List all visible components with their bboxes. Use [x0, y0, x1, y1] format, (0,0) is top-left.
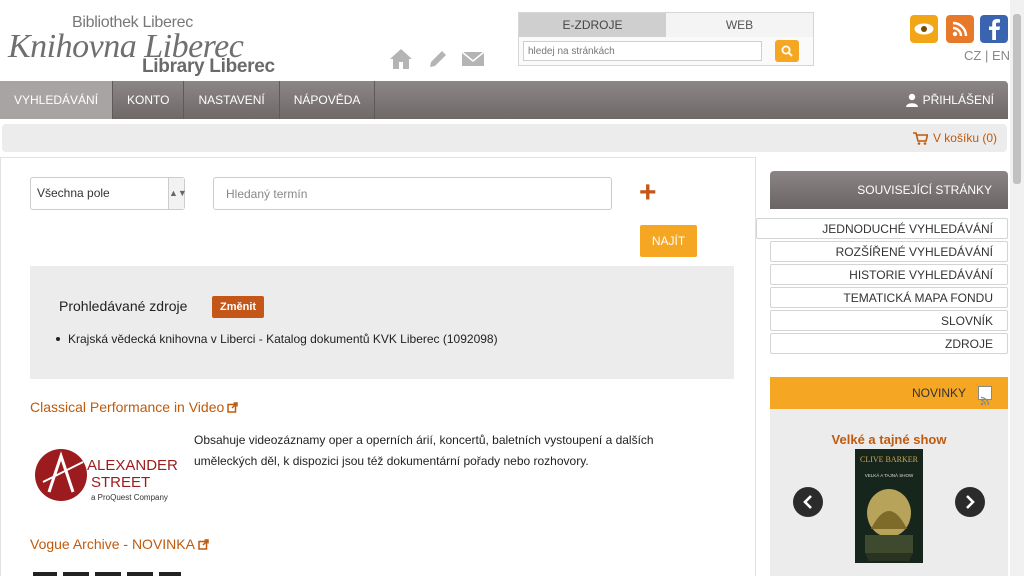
- database-description: Obsahuje videozáznamy oper a operních ár…: [194, 433, 654, 468]
- language-switch: CZ | EN: [964, 48, 1010, 63]
- database-link-classical[interactable]: Classical Performance in Video: [30, 399, 239, 415]
- database-title: Classical Performance in Video: [30, 399, 225, 415]
- logo-line-3: a ProQuest Company: [91, 493, 168, 502]
- rss-icon[interactable]: [978, 386, 992, 406]
- logo-line-2: STREET: [91, 474, 150, 491]
- news-carousel: Velké a tajné show CLIVE BARKER VELKÁ A …: [770, 409, 1008, 576]
- search-icon: [781, 45, 793, 57]
- logo-subtitle-en: Library Liberec: [142, 56, 275, 77]
- field-select[interactable]: Všechna pole ▲▼: [30, 177, 187, 210]
- book-cover[interactable]: CLIVE BARKER VELKÁ A TAJNÁ SHOW: [855, 449, 923, 563]
- database-link-vogue[interactable]: Vogue Archive - NOVINKA: [30, 536, 209, 552]
- related-item-dictionary[interactable]: SLOVNÍK: [770, 310, 1008, 331]
- sources-title: Prohledávané zdroje: [59, 298, 188, 314]
- nav-vyhledavani[interactable]: VYHLEDÁVÁNÍ: [0, 81, 114, 119]
- vogue-logo: [33, 572, 181, 576]
- main-content: Všechna pole ▲▼ + NAJÍT Prohledávané zdr…: [0, 157, 756, 576]
- change-sources-button[interactable]: Změnit: [212, 296, 265, 318]
- chevron-right-icon: [966, 495, 975, 509]
- search-tabs: E-ZDROJE WEB: [519, 13, 813, 37]
- external-link-icon: [198, 538, 209, 550]
- field-select-value: Všechna pole: [37, 186, 110, 200]
- add-field-icon[interactable]: +: [639, 178, 657, 208]
- related-item-simple-search[interactable]: JEDNODUCHÉ VYHLEDÁVÁNÍ: [756, 218, 1008, 239]
- cover-author: CLIVE BARKER: [860, 455, 919, 464]
- database-title: Vogue Archive - NOVINKA: [30, 536, 195, 552]
- cart-bar: V košíku (0): [2, 124, 1007, 152]
- cart-link[interactable]: V košíku (0): [912, 124, 997, 152]
- eye-icon[interactable]: [910, 15, 938, 43]
- cart-icon: [912, 131, 928, 145]
- site-search-button[interactable]: [775, 40, 799, 62]
- login-button[interactable]: PŘIHLÁŠENÍ: [905, 81, 994, 119]
- search-submit-button[interactable]: NAJÍT: [640, 225, 697, 257]
- pencil-icon[interactable]: [425, 46, 451, 72]
- tab-web[interactable]: WEB: [666, 13, 813, 37]
- nav-nastaveni[interactable]: NASTAVENÍ: [184, 81, 280, 119]
- list-item: Krajská vědecká knihovna v Liberci - Kat…: [56, 332, 498, 346]
- nav-konto[interactable]: KONTO: [113, 81, 185, 119]
- alexander-street-logo: ALEXANDER STREET a ProQuest Company: [35, 449, 178, 502]
- chevron-left-icon: [803, 495, 812, 509]
- search-term-input[interactable]: [213, 177, 612, 210]
- bullet-icon: [56, 337, 60, 341]
- related-item-sources[interactable]: ZDROJE: [770, 333, 1008, 354]
- news-book-title[interactable]: Velké a tajné show: [770, 432, 1008, 447]
- lang-en[interactable]: EN: [992, 48, 1010, 63]
- related-item-subject-map[interactable]: TEMATICKÁ MAPA FONDU: [770, 287, 1008, 308]
- tab-e-zdroje[interactable]: E-ZDROJE: [519, 13, 666, 37]
- book-cover-image: CLIVE BARKER VELKÁ A TAJNÁ SHOW: [855, 449, 923, 563]
- login-label: PŘIHLÁŠENÍ: [922, 93, 994, 107]
- cart-label: V košíku (0): [932, 131, 997, 145]
- lang-separator: |: [981, 48, 992, 63]
- site-search: E-ZDROJE WEB: [518, 12, 814, 66]
- news-header: NOVINKY: [770, 377, 1008, 409]
- page-scrollbar[interactable]: [1010, 0, 1024, 576]
- news-title: NOVINKY: [911, 386, 966, 400]
- searched-sources-panel: Prohledávané zdroje Změnit Krajská vědec…: [30, 266, 734, 379]
- logo-line-1: ALEXANDER: [87, 457, 178, 474]
- main-nav: VYHLEDÁVÁNÍ KONTO NASTAVENÍ NÁPOVĚDA PŘI…: [0, 81, 1008, 119]
- related-item-advanced-search[interactable]: ROZŠÍŘENÉ VYHLEDÁVÁNÍ: [770, 241, 1008, 262]
- cover-title: VELKÁ A TAJNÁ SHOW: [865, 472, 914, 478]
- home-icon[interactable]: [388, 46, 414, 72]
- facebook-icon[interactable]: [980, 15, 1008, 43]
- chevron-updown-icon: ▲▼: [168, 178, 187, 209]
- source-label: Krajská vědecká knihovna v Liberci - Kat…: [68, 332, 498, 346]
- scrollbar-thumb[interactable]: [1013, 14, 1021, 184]
- carousel-next-button[interactable]: [955, 487, 985, 517]
- envelope-icon[interactable]: [460, 46, 486, 72]
- site-search-input[interactable]: [523, 41, 762, 61]
- related-pages-title: SOUVISEJÍCÍ STRÁNKY: [770, 171, 1008, 209]
- user-icon: [905, 93, 918, 107]
- nav-napoveda[interactable]: NÁPOVĚDA: [280, 81, 376, 119]
- external-link-icon: [227, 401, 239, 413]
- rss-icon[interactable]: [946, 15, 974, 43]
- lang-cz[interactable]: CZ: [964, 48, 981, 63]
- related-item-search-history[interactable]: HISTORIE VYHLEDÁVÁNÍ: [770, 264, 1008, 285]
- carousel-prev-button[interactable]: [793, 487, 823, 517]
